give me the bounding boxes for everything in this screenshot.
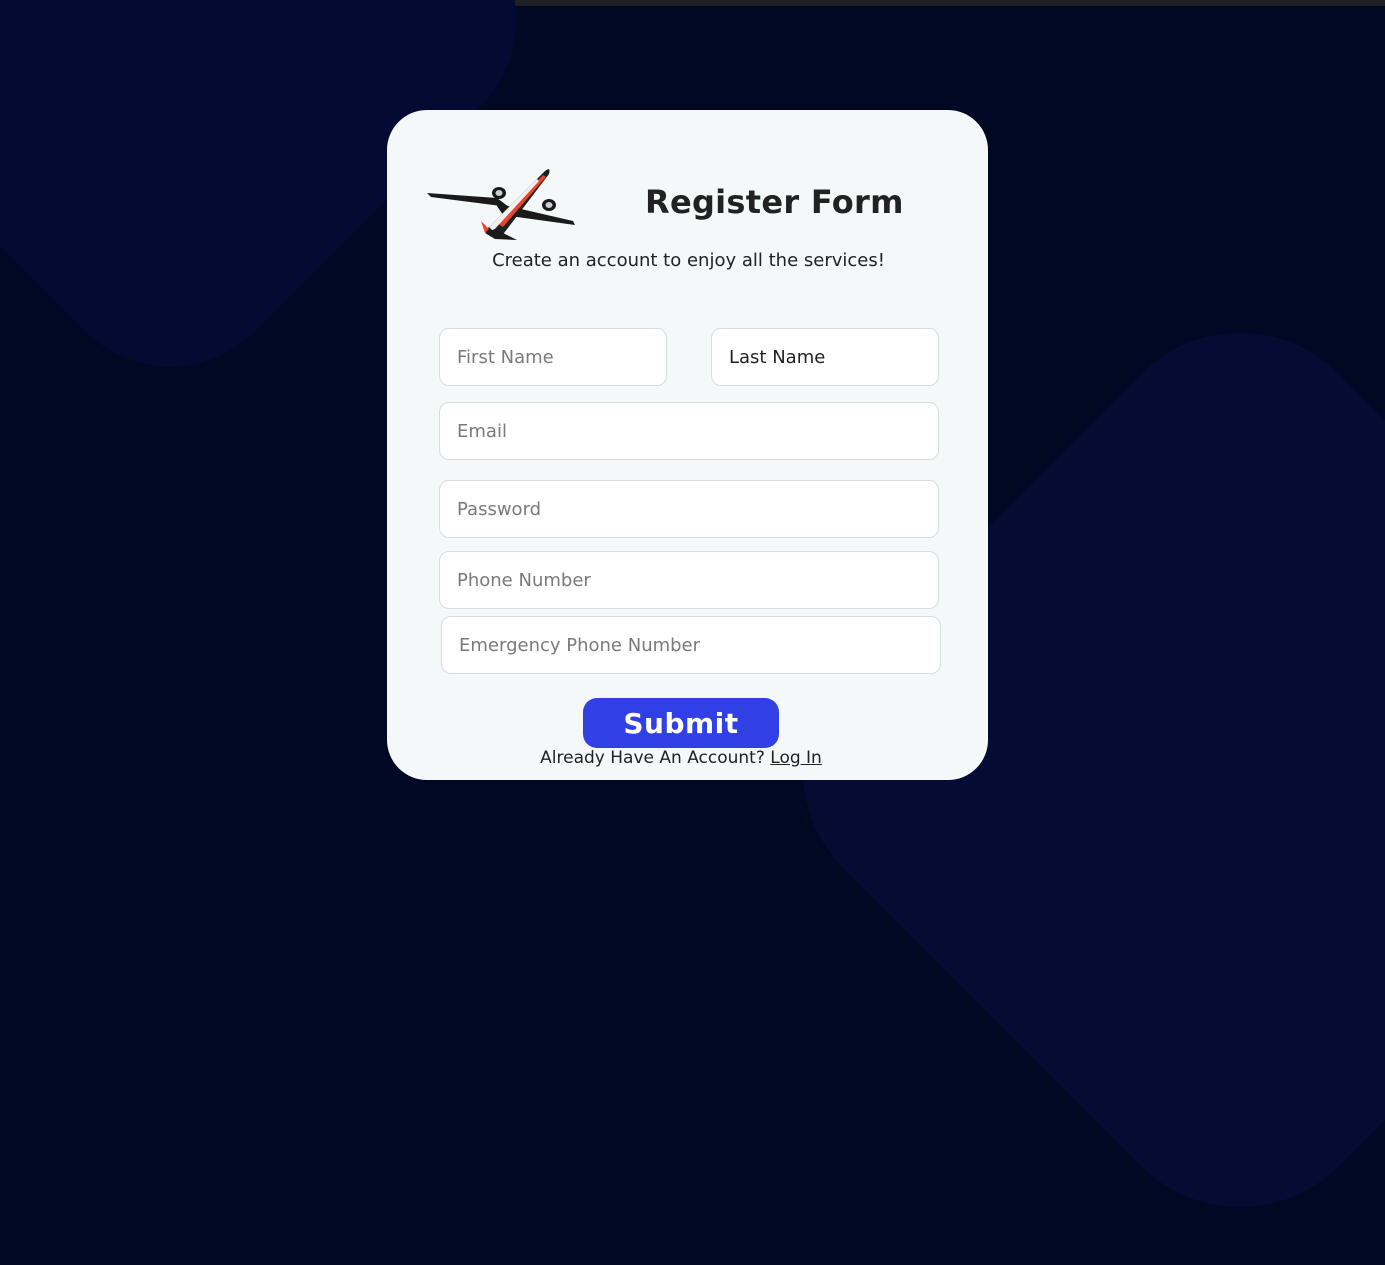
password-input[interactable] [439, 480, 939, 538]
first-name-input[interactable] [439, 328, 667, 386]
form-title: Register Form [645, 183, 904, 221]
login-link[interactable]: Log In [770, 748, 822, 768]
submit-button[interactable]: Submit [583, 698, 779, 748]
phone-number-input[interactable] [439, 551, 939, 609]
login-prompt: Already Have An Account? Log In [387, 748, 975, 768]
login-prompt-text: Already Have An Account? [540, 748, 765, 768]
email-input[interactable] [439, 402, 939, 460]
emergency-phone-input[interactable] [441, 616, 941, 674]
form-subtitle: Create an account to enjoy all the servi… [492, 250, 885, 271]
register-card: Register Form Create an account to enjoy… [387, 110, 988, 780]
airplane-icon [427, 169, 575, 240]
last-name-input[interactable] [711, 328, 939, 386]
